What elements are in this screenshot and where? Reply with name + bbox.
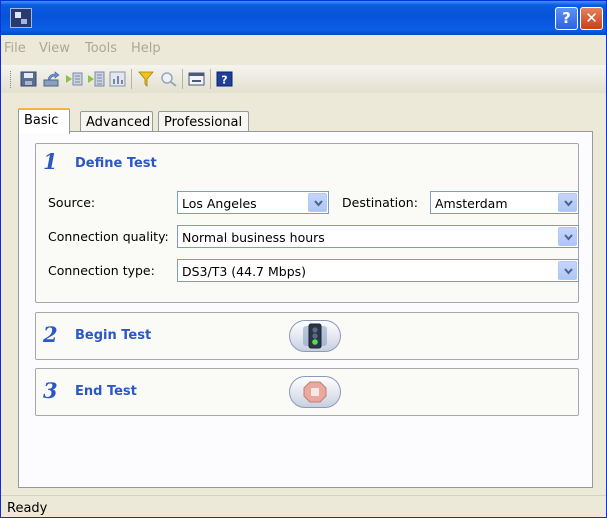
- step-number: 1: [43, 149, 58, 174]
- toolbar: ?: [1, 65, 606, 93]
- section-title: Define Test: [75, 156, 157, 171]
- save-icon[interactable]: [20, 71, 38, 87]
- close-button[interactable]: ✕: [580, 7, 603, 30]
- menu-file[interactable]: File: [4, 41, 26, 56]
- import-all-icon[interactable]: [87, 71, 105, 87]
- section-title: Begin Test: [75, 328, 152, 343]
- begin-test-button[interactable]: [289, 320, 341, 352]
- window-icon[interactable]: [188, 71, 206, 87]
- chart-icon[interactable]: [109, 71, 127, 87]
- filter-icon[interactable]: [137, 71, 155, 87]
- toolbar-separator: [182, 69, 183, 89]
- source-label: Source:: [48, 195, 96, 210]
- connection-quality-select[interactable]: Normal business hours: [177, 225, 579, 248]
- end-test-button[interactable]: [289, 376, 341, 408]
- import-icon[interactable]: [65, 71, 83, 87]
- toolbar-grip[interactable]: [10, 71, 13, 88]
- stop-icon: [303, 381, 327, 403]
- destination-value: Amsterdam: [435, 196, 508, 211]
- connection-type-value: DS3/T3 (44.7 Mbps): [182, 264, 307, 279]
- connection-quality-value: Normal business hours: [182, 230, 325, 245]
- connection-type-select[interactable]: DS3/T3 (44.7 Mbps): [177, 259, 579, 282]
- menu-help[interactable]: Help: [131, 41, 161, 56]
- tab-professional[interactable]: Professional: [158, 111, 249, 133]
- chevron-down-icon[interactable]: [558, 261, 577, 280]
- app-window: ? ✕ File View Tools Help ? Basic Advance…: [0, 0, 607, 518]
- toolbar-separator: [131, 69, 132, 89]
- search-icon[interactable]: [160, 71, 178, 87]
- end-test-section: 3 End Test: [35, 368, 579, 416]
- source-value: Los Angeles: [182, 196, 257, 211]
- destination-label: Destination:: [342, 195, 418, 210]
- app-icon[interactable]: [10, 8, 32, 28]
- svg-text:?: ?: [221, 74, 227, 87]
- source-select[interactable]: Los Angeles: [177, 191, 329, 214]
- destination-select[interactable]: Amsterdam: [430, 191, 579, 214]
- section-title: End Test: [75, 384, 137, 399]
- step-number: 2: [43, 322, 58, 347]
- help-button[interactable]: ?: [555, 7, 578, 30]
- help-icon[interactable]: ?: [216, 71, 234, 87]
- tab-advanced[interactable]: Advanced: [80, 111, 153, 133]
- menu-tools[interactable]: Tools: [85, 41, 117, 56]
- connection-quality-label: Connection quality:: [48, 229, 169, 244]
- chevron-down-icon[interactable]: [558, 227, 577, 246]
- basic-tab-panel: 1 Define Test Source: Los Angeles Destin…: [18, 131, 593, 488]
- chevron-down-icon[interactable]: [308, 193, 327, 212]
- export-icon[interactable]: [43, 71, 61, 87]
- define-test-section: 1 Define Test Source: Los Angeles Destin…: [35, 143, 579, 303]
- connection-type-label: Connection type:: [48, 263, 155, 278]
- title-bar[interactable]: ? ✕: [1, 1, 606, 35]
- status-text: Ready: [7, 501, 48, 516]
- begin-test-section: 2 Begin Test: [35, 312, 579, 360]
- menu-view[interactable]: View: [39, 41, 70, 56]
- step-number: 3: [43, 378, 58, 403]
- menu-bar: File View Tools Help: [1, 37, 606, 59]
- toolbar-separator: [210, 69, 211, 89]
- traffic-light-icon: [303, 323, 327, 349]
- tab-basic[interactable]: Basic: [18, 108, 70, 134]
- status-bar: Ready: [1, 495, 606, 517]
- chevron-down-icon[interactable]: [558, 193, 577, 212]
